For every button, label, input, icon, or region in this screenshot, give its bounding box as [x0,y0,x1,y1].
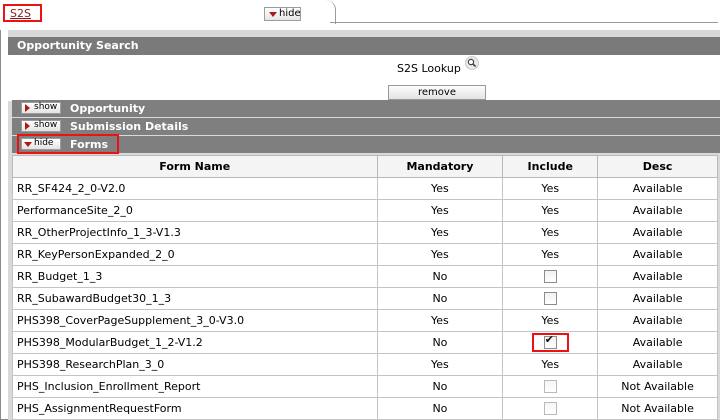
include-cell [502,375,599,398]
desc-cell: Available [597,265,718,288]
triangle-right-icon [25,122,30,130]
remove-opportunity-button[interactable]: remove opportunity [388,85,486,111]
section-title-submission-details: Submission Details [70,120,189,133]
tab-divider [330,22,718,23]
include-checkbox [543,380,557,394]
include-checkbox [543,402,557,416]
form-name-cell: RR_OtherProjectInfo_1_3-V1.3 [12,221,378,244]
include-checkbox-checked[interactable] [543,334,557,349]
mandatory-cell: Yes [376,309,504,332]
mandatory-cell: No [376,287,504,310]
mandatory-cell: Yes [376,221,504,244]
desc-cell: Available [597,177,718,200]
mandatory-cell: Yes [376,353,504,376]
include-checkbox[interactable] [543,270,557,284]
opportunity-search-header: Opportunity Search [8,37,720,55]
tab-strip: S2S hide [0,0,720,30]
column-header-mandatory: Mandatory [376,155,504,178]
desc-cell: Available [597,309,718,332]
triangle-down-icon [269,12,277,17]
section-title-opportunity: Opportunity [70,102,146,115]
table-row: PHS398_ResearchPlan_3_0 Yes Yes Available [12,353,718,376]
desc-cell: Available [597,221,718,244]
show-label: show [34,102,58,112]
lookup-panel [8,55,720,101]
table-row: RR_SubawardBudget30_1_3 No Available [12,287,718,310]
tab-s2s-label[interactable]: S2S [10,7,31,20]
table-row: PHS_AssignmentRequestForm No Not Available [12,397,718,420]
table-row: RR_OtherProjectInfo_1_3-V1.3 Yes Yes Availa… [12,221,718,244]
include-cell: Yes [502,177,599,200]
table-row: PHS398_ModularBudget_1_2-V1.2No Available [12,331,718,354]
mandatory-cell: No [376,375,504,398]
show-submission-details-button[interactable]: show [21,120,61,132]
include-cell [502,265,599,288]
column-header-form-name: Form Name [12,155,378,178]
desc-cell: Not Available [597,397,718,420]
include-checkbox[interactable] [543,292,557,306]
include-cell: Yes [502,353,599,376]
forms-highlight-box [17,134,119,154]
include-cell [502,397,599,420]
mandatory-cell: No [376,397,504,420]
forms-table: Form Name Mandatory Include Desc RR_SF42… [12,155,718,420]
column-header-include: Include [502,155,599,178]
include-cell [502,287,599,310]
desc-cell: Available [597,243,718,266]
desc-cell: Not Available [597,375,718,398]
include-cell: Yes [502,221,599,244]
opportunity-search-title: Opportunity Search [17,39,139,52]
section-opportunity: show Opportunity [12,100,720,117]
tab-hide-button[interactable]: hide [264,7,301,21]
form-name-cell: RR_SubawardBudget30_1_3 [12,287,378,310]
magnifier-icon[interactable] [465,56,479,70]
table-row: RR_KeyPersonExpanded_2_0 Yes Yes Available [12,243,718,266]
table-row: RR_SF424_2_0-V2.0 Yes Yes Available [12,177,718,200]
table-row: PerformanceSite_2_0 Yes Yes Available [12,199,718,222]
desc-cell: Available [597,353,718,376]
tab-hide-label: hide [279,8,301,19]
table-row: PHS_Inclusion_Enrollment_Report No Not Ava… [12,375,718,398]
column-header-desc: Desc [597,155,718,178]
tab-s2s[interactable]: S2S [3,4,42,22]
mandatory-cell: Yes [376,243,504,266]
show-label: show [34,120,58,130]
form-name-cell: RR_Budget_1_3 [12,265,378,288]
include-cell: Yes [502,243,599,266]
form-name-cell: PerformanceSite_2_0 [12,199,378,222]
form-name-cell: PHS398_ModularBudget_1_2-V1.2 [12,331,378,354]
desc-cell: Available [597,287,718,310]
include-cell [502,331,599,354]
form-name-cell: PHS398_ResearchPlan_3_0 [12,353,378,376]
desc-cell: Available [597,331,718,354]
include-cell: Yes [502,309,599,332]
include-cell: Yes [502,199,599,222]
mandatory-cell: Yes [376,199,504,222]
form-name-cell: RR_KeyPersonExpanded_2_0 [12,243,378,266]
table-row: PHS398_CoverPageSupplement_3_0-V3.0 Yes Ye… [12,309,718,332]
show-opportunity-button[interactable]: show [21,102,61,114]
triangle-right-icon [25,104,30,112]
mandatory-cell: No [376,331,504,354]
form-name-cell: PHS_Inclusion_Enrollment_Report [12,375,378,398]
table-header-row: Form Name Mandatory Include Desc [12,155,718,178]
checkbox-highlight-box [531,333,569,352]
mandatory-cell: Yes [376,177,504,200]
form-name-cell: PHS_AssignmentRequestForm [12,397,378,420]
form-name-cell: PHS398_CoverPageSupplement_3_0-V3.0 [12,309,378,332]
table-row: RR_Budget_1_3 No Available [12,265,718,288]
desc-cell: Available [597,199,718,222]
section-submission-details: show Submission Details [12,118,720,135]
s2s-lookup-label: S2S Lookup [397,62,461,75]
mandatory-cell: No [376,265,504,288]
form-name-cell: RR_SF424_2_0-V2.0 [12,177,378,200]
